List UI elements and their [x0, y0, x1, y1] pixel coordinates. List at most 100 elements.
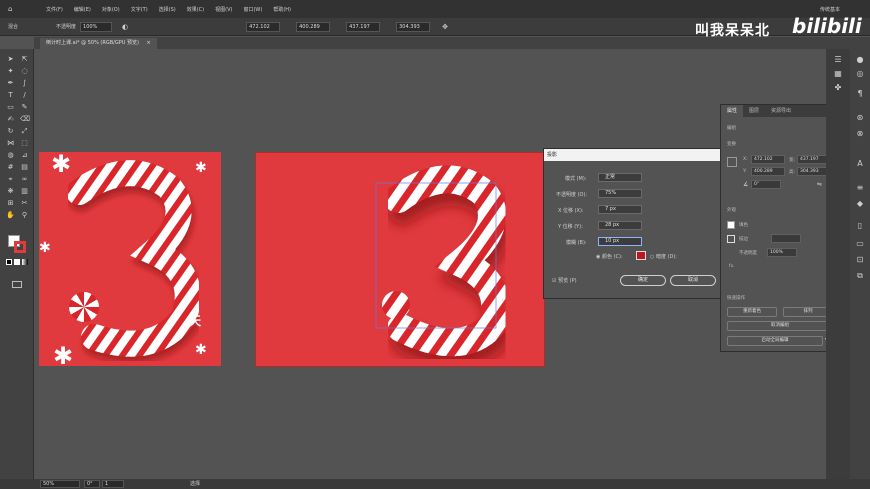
paragraph-icon[interactable]: ¶	[855, 89, 865, 99]
graphic-styles-icon[interactable]: ⧉	[855, 271, 865, 281]
flip-horizontal-icon[interactable]: ⇋	[817, 181, 822, 188]
fill-swatch[interactable]	[727, 221, 735, 229]
fx-button[interactable]: fx.	[729, 264, 735, 269]
home-icon[interactable]: ⌂	[8, 5, 22, 13]
rotate-icon[interactable]: ↻	[6, 127, 15, 136]
ungroup-button[interactable]: 取消编组	[727, 321, 833, 331]
reference-point-icon[interactable]	[727, 157, 737, 167]
tab-properties[interactable]: 属性	[721, 105, 744, 117]
menu-effect[interactable]: 效果(C)	[187, 6, 204, 13]
opacity-input[interactable]: 75%	[598, 189, 642, 198]
workspace-switcher[interactable]: 传统基本	[820, 6, 840, 13]
character-icon[interactable]: A	[855, 159, 865, 169]
transform-icon[interactable]: ✥	[442, 23, 448, 31]
tab-layers[interactable]: 图层	[743, 105, 765, 117]
slice-icon[interactable]: ✂	[20, 199, 29, 208]
tab-asset-export[interactable]: 资源导出	[765, 105, 797, 117]
y-field[interactable]: 400.289	[296, 21, 331, 32]
page-select[interactable]: 1	[102, 480, 124, 488]
stroke-weight-input[interactable]	[771, 234, 801, 243]
pathfinder-icon[interactable]: ▭	[855, 239, 865, 249]
rectangle-tool-icon[interactable]: ▭	[6, 103, 15, 112]
selection-tool-icon[interactable]: ➤	[6, 55, 15, 64]
shadow-color-swatch[interactable]	[636, 251, 646, 260]
mode-select[interactable]: 正常	[598, 173, 642, 182]
color-radio[interactable]: ◉ 颜色 (C):	[596, 253, 623, 260]
artboard-tool-icon[interactable]: ⊞	[6, 199, 15, 208]
zoom-select[interactable]: 50%	[40, 480, 80, 488]
candy-three-art-selected[interactable]	[256, 153, 545, 367]
recolor-icon[interactable]: ◐	[122, 23, 128, 31]
lasso-icon[interactable]: ◌	[20, 67, 29, 76]
glyphs-icon[interactable]: ⊛	[855, 113, 865, 123]
align-icon[interactable]: ≡	[855, 183, 865, 193]
y-input[interactable]: 400.289	[751, 167, 785, 176]
color-mode-icon[interactable]	[14, 259, 20, 265]
line-tool-icon[interactable]: /	[20, 91, 29, 100]
h-field[interactable]: 304.393	[396, 21, 431, 32]
rotation-select[interactable]: 0°	[84, 480, 100, 488]
x-offset-input[interactable]: 7 px	[598, 205, 642, 214]
screen-mode-icon[interactable]	[12, 281, 22, 288]
curvature-icon[interactable]: ∫	[20, 79, 29, 88]
x-input[interactable]: 472.102	[751, 155, 785, 164]
artboard-main[interactable]	[255, 152, 545, 367]
links-icon[interactable]: ⊗	[855, 129, 865, 139]
y-offset-input[interactable]: 28 px	[598, 221, 642, 230]
scale-icon[interactable]: ⤢	[20, 127, 29, 136]
document-tab[interactable]: 倒计时上课.ai* @ 50% (RGB/GPU 预览) ×	[40, 38, 157, 49]
blur-input[interactable]: 10 px	[598, 237, 642, 246]
gradient-mode-icon[interactable]	[22, 259, 28, 265]
color-guide-icon[interactable]: ◎	[855, 69, 865, 79]
hand-tool-icon[interactable]: ✋	[6, 211, 15, 220]
menu-view[interactable]: 视图(V)	[215, 6, 232, 13]
close-icon[interactable]: ×	[147, 40, 151, 46]
artboard-preview[interactable]: ✱ ✱ ✱ ✱ ✱ 天	[39, 152, 221, 366]
shape-builder-icon[interactable]: ◍	[6, 151, 15, 160]
recolor-button[interactable]: 重新着色	[727, 307, 777, 317]
type-tool-icon[interactable]: T	[6, 91, 15, 100]
shaper-icon[interactable]: ✍	[6, 115, 15, 124]
brushes-icon[interactable]: ✤	[833, 83, 843, 93]
paintbrush-icon[interactable]: ✎	[20, 103, 29, 112]
global-edit-button[interactable]: 启动全局编辑	[727, 336, 823, 346]
menu-type[interactable]: 文字(T)	[131, 6, 148, 13]
eyedropper-icon[interactable]: ⌖	[6, 175, 15, 184]
transform-panel-icon[interactable]: ⊡	[855, 255, 865, 265]
zoom-tool-icon[interactable]: ⚲	[20, 211, 29, 220]
magic-wand-icon[interactable]: ✦	[6, 67, 15, 76]
w-field[interactable]: 437.197	[346, 21, 381, 32]
stroke-swatch[interactable]	[727, 235, 735, 243]
ok-button[interactable]: 确定	[620, 275, 666, 286]
blend-icon[interactable]: ∞	[20, 175, 29, 184]
layers-icon[interactable]: ◆	[855, 199, 865, 209]
cancel-button[interactable]: 取消	[670, 275, 716, 286]
angle-input[interactable]: 0°	[751, 180, 781, 189]
artboards-icon[interactable]: ▯	[855, 221, 865, 231]
width-tool-icon[interactable]: ⋈	[6, 139, 15, 148]
perspective-icon[interactable]: ⊿	[20, 151, 29, 160]
swatches-icon[interactable]: ▦	[833, 69, 843, 79]
menu-help[interactable]: 帮助(H)	[273, 6, 291, 13]
color-icon[interactable]: ●	[855, 55, 865, 65]
free-transform-icon[interactable]: ⬚	[20, 139, 29, 148]
graph-icon[interactable]: ▥	[20, 187, 29, 196]
menu-object[interactable]: 对象(O)	[102, 6, 120, 13]
gradient-icon[interactable]: ▤	[20, 163, 29, 172]
opacity-input[interactable]: 100%	[767, 248, 797, 257]
default-colors-icon[interactable]	[6, 259, 12, 265]
eraser-icon[interactable]: ⌫	[20, 115, 30, 124]
direct-selection-tool-icon[interactable]: ⇱	[20, 55, 29, 64]
stroke-swatch[interactable]	[14, 241, 26, 253]
menu-file[interactable]: 文件(F)	[46, 6, 63, 13]
menu-window[interactable]: 窗口(W)	[243, 6, 262, 13]
symbol-sprayer-icon[interactable]: ❋	[6, 187, 15, 196]
menu-select[interactable]: 选择(S)	[159, 6, 176, 13]
opacity-field[interactable]: 100%	[80, 21, 113, 32]
x-field[interactable]: 472.102	[246, 21, 281, 32]
darkness-radio[interactable]: ○ 暗度 (D):	[650, 253, 677, 260]
pen-tool-icon[interactable]: ✒	[6, 79, 15, 88]
menu-edit[interactable]: 编辑(E)	[74, 6, 91, 13]
hamburger-icon[interactable]: ☰	[833, 55, 843, 65]
mesh-icon[interactable]: #	[6, 163, 15, 172]
